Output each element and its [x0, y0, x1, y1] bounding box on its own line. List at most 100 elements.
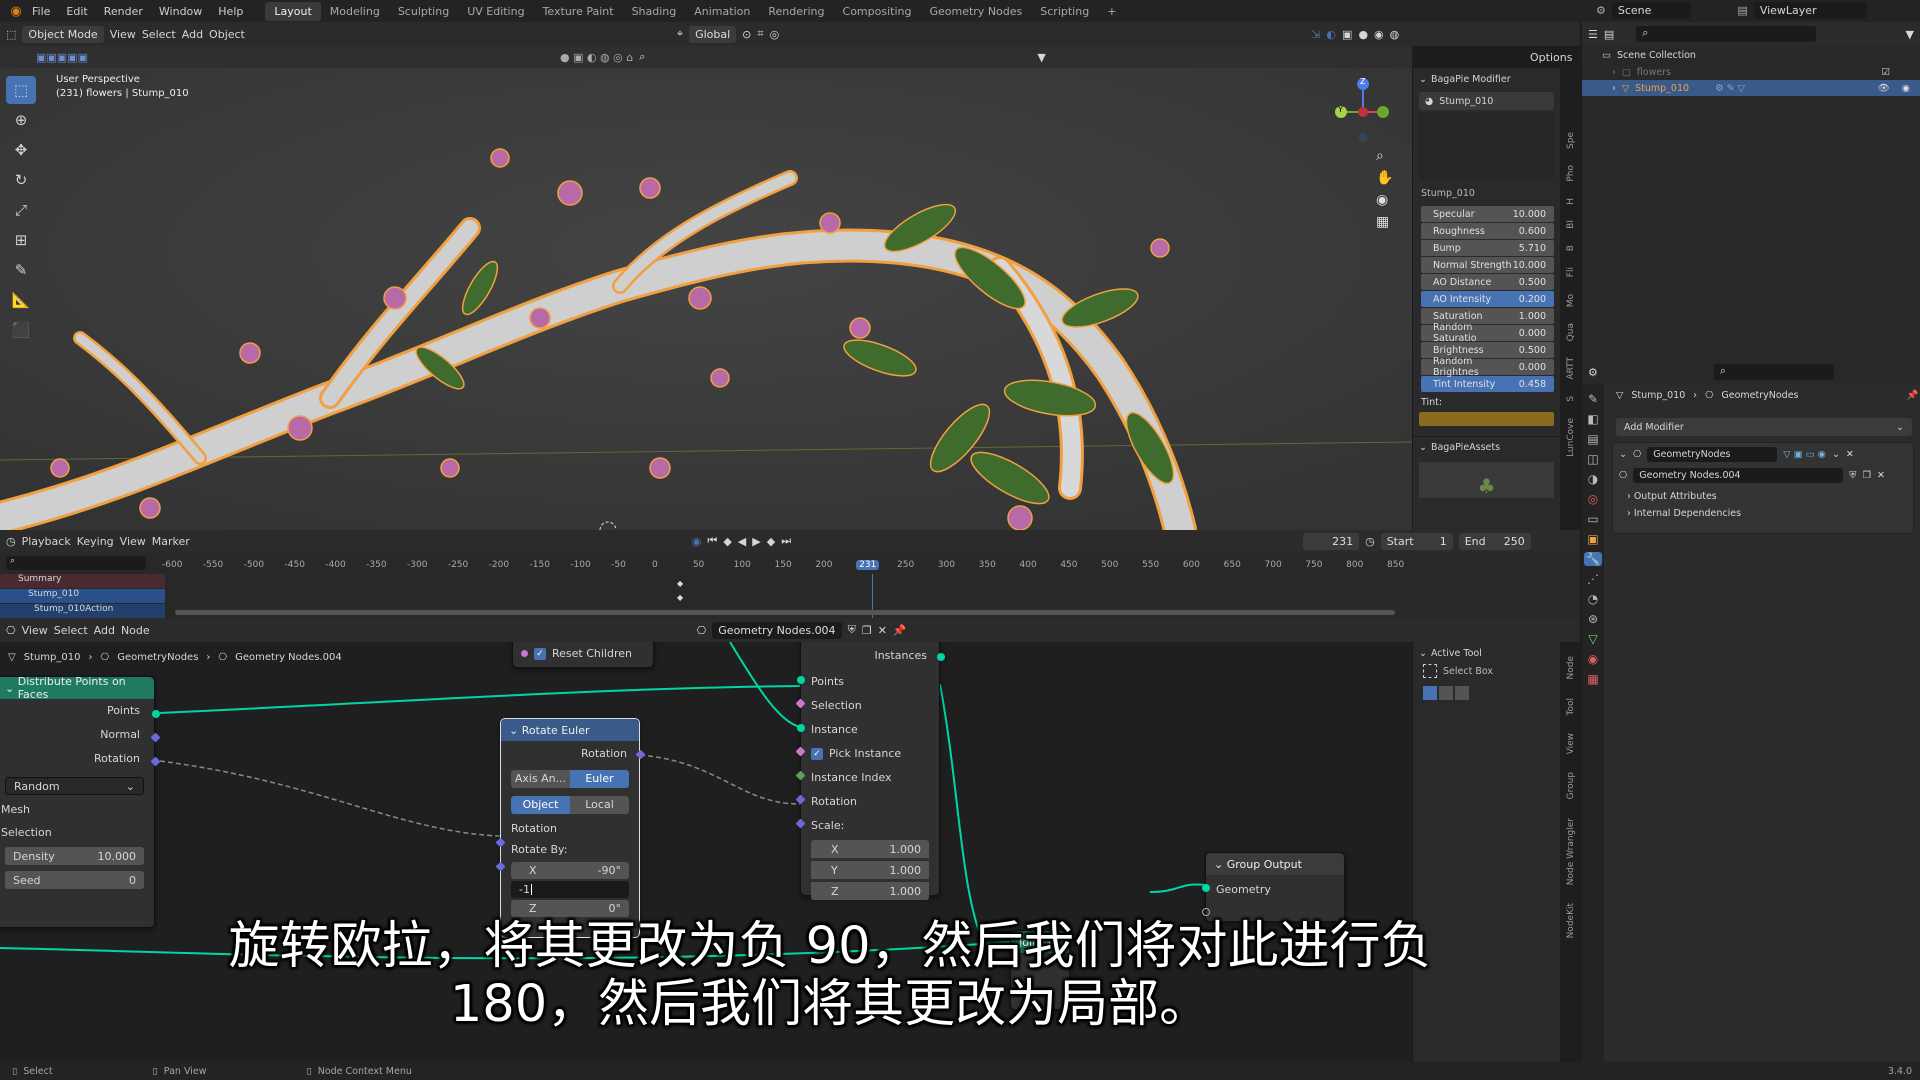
snap-icon[interactable]: ⌗ — [757, 27, 763, 41]
node-menu-view[interactable]: View — [22, 624, 48, 637]
current-frame-field[interactable]: 231 — [1303, 532, 1360, 550]
filter-funnel-icon[interactable]: ▼ — [1906, 28, 1914, 41]
node-sidebar-tab[interactable]: Tool — [1566, 694, 1576, 719]
data-tab-icon[interactable]: ▽ — [1588, 632, 1597, 646]
node-sidebar-tab[interactable]: Node — [1566, 652, 1576, 684]
render-tab-icon[interactable]: ◧ — [1587, 412, 1598, 426]
timeline-menu-view[interactable]: View — [120, 535, 146, 548]
sidebar-tab[interactable]: BI — [1566, 216, 1576, 233]
scale-x-field[interactable]: X 1.000 — [811, 840, 929, 858]
prev-key-icon[interactable]: ◆ — [723, 535, 731, 548]
tab-layout[interactable]: Layout — [265, 1, 321, 21]
instances-output-socket[interactable] — [937, 653, 945, 661]
duplicate-icon[interactable]: ❐ — [862, 624, 872, 637]
node-tree-selector[interactable]: Geometry Nodes.004 — [712, 621, 842, 639]
shading-rendered-icon[interactable]: ◍ — [1390, 28, 1400, 41]
modifier-tab-icon[interactable]: 🔧 — [1583, 552, 1603, 566]
scale-tool-icon[interactable]: ⤢ — [6, 196, 36, 224]
modifier-tree-field[interactable]: Geometry Nodes.004 — [1633, 467, 1844, 483]
collection-tab-icon[interactable]: ▭ — [1587, 512, 1598, 526]
duplicate-icon[interactable]: ❐ — [1862, 470, 1871, 481]
collapse-chevron-icon[interactable]: ⌄ — [509, 724, 522, 737]
tab-sculpting[interactable]: Sculpting — [389, 2, 458, 21]
breadcrumb-modifier[interactable]: GeometryNodes — [117, 652, 198, 663]
unlink-icon[interactable]: ✕ — [878, 624, 887, 637]
distribute-mode-dropdown[interactable]: Random ⌄ — [5, 777, 144, 795]
euler-button[interactable]: Euler — [570, 770, 629, 788]
fake-user-icon[interactable]: ⛨ — [848, 623, 856, 637]
bagapie-prop-ao-distance[interactable]: AO Distance 0.500 — [1421, 274, 1554, 290]
next-key-icon[interactable]: ◆ — [767, 535, 775, 548]
sidebar-tab[interactable]: LunCove — [1566, 414, 1576, 461]
object-space-button[interactable]: Object — [511, 796, 570, 814]
unlink-icon[interactable]: ✕ — [1877, 470, 1885, 481]
blender-logo-icon[interactable]: ◉ — [8, 4, 24, 19]
pan-hand-icon[interactable]: ✋ — [1376, 170, 1393, 186]
tab-modeling[interactable]: Modeling — [321, 2, 389, 21]
node-menu-add[interactable]: Add — [94, 624, 115, 637]
pin-icon[interactable]: 📌 — [893, 624, 907, 637]
collapse-chevron-icon[interactable]: ⌄ — [1214, 858, 1227, 871]
tab-rendering[interactable]: Rendering — [759, 2, 833, 21]
rotate-tool-icon[interactable]: ↻ — [6, 166, 36, 194]
funnel-icon[interactable]: ▼ — [1037, 51, 1045, 64]
viewport-3d[interactable]: User Perspective (231) flowers | Stump_0… — [0, 68, 1412, 530]
collapse-chevron-icon[interactable]: ⌄ — [1419, 442, 1427, 453]
node-group-output[interactable]: ⌄ Group Output Geometry — [1202, 852, 1345, 922]
tab-compositing[interactable]: Compositing — [834, 2, 921, 21]
tab-scripting[interactable]: Scripting — [1031, 2, 1098, 21]
bagapie-prop-random-brightnes[interactable]: Random Brightnes 0.000 — [1421, 356, 1554, 378]
frame-ruler[interactable]: -600 -550 -500 -450 -400 -350 -300 -250 -200 -150… — [162, 558, 1404, 574]
shading-material-icon[interactable]: ◉ — [1374, 28, 1384, 41]
tab-geometry-nodes[interactable]: Geometry Nodes — [920, 2, 1031, 21]
sidebar-tab[interactable]: Mo — [1566, 290, 1576, 311]
physics-tab-icon[interactable]: ◔ — [1588, 592, 1598, 606]
outliner-item-flowers[interactable]: › ▢ flowers ☑ — [1582, 64, 1920, 80]
bagapie-prop-specular[interactable]: Specular 10.000 — [1421, 206, 1554, 222]
seed-field[interactable]: Seed 0 — [5, 871, 144, 889]
expand-arrow-icon[interactable]: › — [1612, 67, 1616, 78]
local-space-button[interactable]: Local — [570, 796, 629, 814]
outliner-editor-icon[interactable]: ☰ — [1588, 28, 1598, 41]
view-layer-tab-icon[interactable]: ◫ — [1587, 452, 1598, 466]
keyframe-diamond[interactable]: ◆ — [677, 593, 683, 602]
track-action[interactable]: Stump_010Action — [0, 604, 165, 618]
material-tab-icon[interactable]: ◉ — [1588, 652, 1598, 666]
shading-solid-icon[interactable]: ● — [1358, 28, 1368, 41]
rotate-z-field[interactable]: Z 0° — [511, 900, 629, 917]
fake-user-icon[interactable]: ⛨ — [1849, 470, 1856, 481]
timeline-editor-icon[interactable]: ◷ — [6, 535, 16, 548]
output-points-socket[interactable] — [152, 710, 160, 718]
sidebar-tab[interactable]: Spe — [1566, 128, 1576, 153]
transform-tool-icon[interactable]: ⊞ — [6, 226, 36, 254]
pivot-icon[interactable]: ⊙ — [742, 28, 751, 41]
node-distribute-points[interactable]: ⌄ Distribute Points on Faces Points Norm… — [0, 675, 161, 928]
expand-arrow-icon[interactable]: › — [1612, 83, 1616, 94]
gizmo-toggle-icon[interactable]: ⇲ — [1311, 28, 1320, 41]
end-frame-field[interactable]: End 250 — [1458, 532, 1531, 550]
collapse-chevron-icon[interactable]: ⌄ — [1419, 648, 1427, 659]
zoom-icon[interactable]: ⌕ — [1376, 148, 1393, 164]
search-icon[interactable]: ⌕ — [639, 50, 645, 64]
scene-tab-icon[interactable]: ◑ — [1588, 472, 1598, 486]
outliner-search[interactable]: ⌕ — [1636, 26, 1817, 42]
camera-icon[interactable]: ◉ — [1902, 83, 1910, 94]
proportional-icon[interactable]: ◎ — [770, 28, 780, 41]
select-tool-icon[interactable]: ⬚ — [6, 76, 36, 104]
scene-selector[interactable]: Scene — [1611, 2, 1692, 19]
menu-help[interactable]: Help — [210, 5, 251, 18]
world-tab-icon[interactable]: ◎ — [1588, 492, 1598, 506]
node-sidebar-tab[interactable]: Node Wrangler — [1566, 814, 1576, 889]
tab-texture-paint[interactable]: Texture Paint — [534, 2, 623, 21]
checkbox-icon[interactable]: ☑ — [1881, 67, 1890, 78]
breadcrumb-tree[interactable]: Geometry Nodes.004 — [235, 652, 342, 663]
breadcrumb-object[interactable]: Stump_010 — [24, 652, 81, 663]
axis-angle-button[interactable]: Axis An... — [511, 770, 570, 788]
camera-icon[interactable]: ◉ — [1376, 192, 1393, 208]
navigation-gizmo[interactable]: Z Y — [1325, 72, 1395, 143]
constraints-tab-icon[interactable]: ⊛ — [1588, 612, 1598, 626]
grid-icon[interactable]: ▦ — [1376, 214, 1393, 230]
bagapie-prop-random-saturatio[interactable]: Random Saturatio 0.000 — [1421, 322, 1554, 344]
menu-add[interactable]: Add — [182, 28, 203, 41]
tab-shading[interactable]: Shading — [623, 2, 686, 21]
